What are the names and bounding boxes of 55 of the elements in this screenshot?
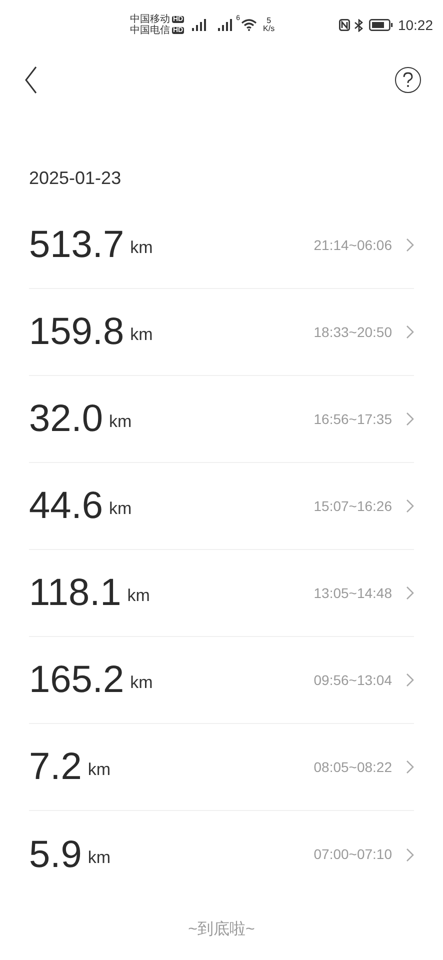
trip-time-range: 18:33~20:50 [314,322,392,342]
trip-distance: 7.2 [29,748,82,786]
trip-row[interactable]: 513.7 km 21:14~06:06 [29,202,414,289]
distance-unit: km [88,846,110,868]
trip-distance: 159.8 [29,313,124,351]
carrier-name: 中国电信 [130,26,170,36]
trip-row[interactable]: 32.0 km 16:56~17:35 [29,376,414,463]
chevron-right-icon [406,586,414,600]
trip-row[interactable]: 5.9 km 07:00~07:10 [29,811,414,898]
chevron-right-icon [406,673,414,687]
clock-time: 10:22 [398,16,433,34]
bluetooth-icon [354,18,364,32]
distance-unit: km [108,498,132,520]
chevron-right-icon [406,760,414,774]
battery-icon [368,19,393,31]
trip-time-range: 13:05~14:48 [314,584,392,602]
distance-unit: km [130,672,153,694]
trip-time-range: 21:14~06:06 [314,236,392,254]
trip-row[interactable]: 165.2 km 09:56~13:04 [29,637,414,724]
trip-row[interactable]: 118.1 km 13:05~14:48 [29,550,414,637]
help-button[interactable] [395,67,421,93]
trip-distance: 44.6 [29,487,103,525]
trip-distance: 32.0 [29,400,103,438]
trip-distance: 513.7 [29,226,124,264]
chevron-right-icon [406,325,414,339]
speed-unit: K/s [263,25,275,33]
date-heading: 2025-01-23 [28,167,122,190]
nfc-icon [338,19,350,31]
trip-time-range: 07:00~07:10 [314,845,392,864]
trip-row[interactable]: 159.8 km 18:33~20:50 [29,289,414,376]
signal-icon [218,19,234,31]
chevron-right-icon [406,848,414,862]
end-of-list-message: ~到底啦~ [188,920,255,940]
trip-distance: 165.2 [29,661,124,699]
trip-row[interactable]: 44.6 km 15:07~16:26 [29,463,414,550]
trip-distance: 118.1 [29,574,122,612]
distance-unit: km [130,236,153,258]
distance-unit: km [108,410,132,432]
carrier-name: 中国移动 [130,14,170,24]
signal-icon [192,19,208,31]
trip-time-range: 16:56~17:35 [314,410,392,428]
distance-unit: km [130,324,153,346]
distance-unit: km [127,584,150,606]
speed-value: 5 [266,17,272,25]
question-mark-icon [402,72,414,88]
trip-time-range: 08:05~08:22 [314,758,392,776]
trip-time-range: 15:07~16:26 [314,496,392,516]
trip-time-range: 09:56~13:04 [314,670,392,690]
chevron-right-icon [406,238,414,252]
wifi-icon [241,19,258,31]
chevron-right-icon [406,499,414,513]
chevron-right-icon [406,412,414,426]
trip-distance: 5.9 [29,836,82,874]
distance-unit: km [88,758,110,780]
trip-row[interactable]: 7.2 km 08:05~08:22 [29,724,414,811]
